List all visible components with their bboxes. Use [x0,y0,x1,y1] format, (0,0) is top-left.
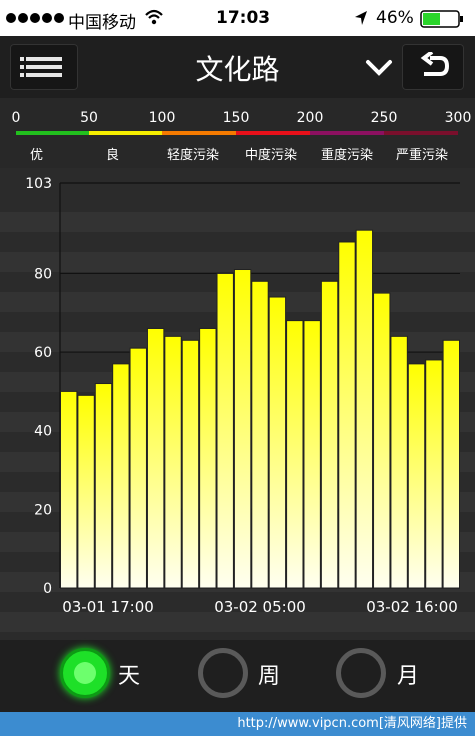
chart-bar [60,390,78,589]
legend-tick: 50 [80,110,98,126]
y-tick-label: 0 [43,581,52,597]
legend-bar-moderate [236,131,310,135]
radio-dot [74,662,96,684]
location-arrow-icon [355,11,367,25]
chart-bar [407,363,426,589]
legend-label-severe: 严重污染 [396,148,449,163]
chart-bar [373,292,391,589]
chart-bar [129,347,147,589]
watermark-footer: http://www.vipcn.com[清风网络]提供 [0,712,475,736]
chart-bar [303,320,321,589]
radio-day[interactable] [60,648,110,698]
legend-bar-good [89,131,162,135]
clock-time: 17:03 [216,8,271,28]
nav-bar: 文化路 [0,36,475,98]
legend-label-heavy: 重度污染 [321,148,374,163]
carrier-name: 中国移动 [68,13,136,33]
legend-tick: 200 [296,110,324,126]
legend-tick: 0 [11,110,21,126]
chart-bar [77,394,95,589]
x-tick-label: 03-02 05:00 [214,598,306,616]
signal-dot [42,13,52,23]
legend-label-good: 良 [106,148,120,163]
legend-tick: 150 [222,110,250,126]
chart-bar [233,269,252,589]
legend-bar-excellent [16,131,89,135]
legend-tick: 100 [148,110,176,126]
chart-bar [216,272,234,589]
back-button[interactable] [402,44,464,90]
signal-dot [54,13,64,23]
x-tick-label: 03-02 16:00 [366,598,458,616]
chart-bar [112,363,130,589]
chart-bar [390,335,408,589]
y-tick-label: 80 [34,266,52,282]
chart-bar [146,327,165,589]
y-tick-label: 60 [34,345,52,361]
legend-label-light: 轻度污染 [167,148,220,163]
radio-label-month[interactable]: 月 [397,658,419,690]
status-bar: 中国移动 17:03 46% [0,0,475,36]
signal-dot [30,13,40,23]
legend-tick: 250 [370,110,398,126]
battery-icon [420,10,463,28]
wifi-icon [145,9,163,25]
chart-bar [320,280,339,589]
legend-label-excellent: 优 [30,148,44,163]
y-tick-label: 103 [25,176,52,192]
radio-label-day[interactable]: 天 [118,658,140,690]
chart-bar [425,359,443,589]
chart-bar [164,335,182,589]
chart-bar [94,383,113,589]
legend-tick: 300 [444,110,472,126]
legend-bar-severe [384,131,458,135]
chart-bar [181,339,200,589]
radio-label-week[interactable]: 周 [258,658,280,690]
legend-bar-heavy [310,131,384,135]
radio-week[interactable] [198,648,248,698]
chart-svg: 0 20 40 60 80 103 03-01 17:00 03-02 05:00 03-02… [25,176,461,616]
return-arrow-icon [420,52,450,76]
chart-bar [286,320,304,589]
chart-bar [268,296,287,589]
x-tick-label: 03-01 17:00 [62,598,154,616]
y-tick-label: 20 [34,502,52,518]
signal-dot [18,13,28,23]
y-tick-label: 40 [34,424,52,440]
signal-dot [6,13,16,23]
chart-bar [442,339,461,589]
radio-month[interactable] [336,648,386,698]
chart-bar [338,241,356,589]
chart-bar [355,229,374,589]
battery-percent: 46% [376,8,414,28]
legend-bar-light [162,131,236,135]
aqi-chart: 0 20 40 60 80 103 03-01 17:00 03-02 05:00 03-02… [0,168,475,640]
chevron-down-icon[interactable] [362,50,396,84]
legend-label-moderate: 中度污染 [245,148,298,163]
chart-bar [199,327,217,589]
chart-bar [251,280,269,589]
period-selector: 天 周 月 [0,640,475,712]
